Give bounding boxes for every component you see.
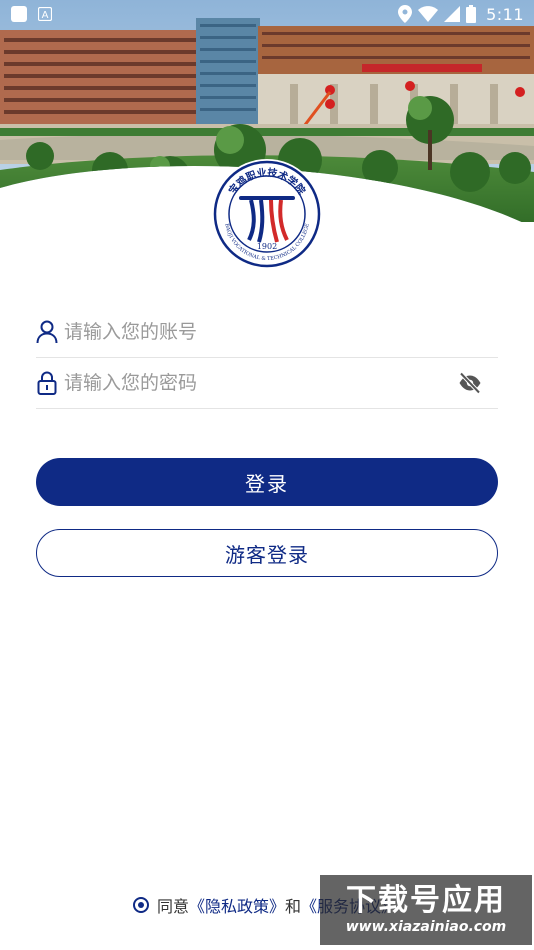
status-time: 5:11 [486, 4, 524, 24]
lock-icon [36, 371, 58, 395]
privacy-policy-link[interactable]: 《隐私政策》 [189, 893, 285, 917]
watermark-title: 下载号应用 [346, 883, 506, 918]
login-button[interactable]: 登录 [36, 458, 498, 506]
wifi-icon [418, 6, 439, 22]
guest-login-button[interactable]: 游客登录 [36, 529, 498, 577]
site-watermark: 下载号应用 www.xiazainiao.com [320, 875, 532, 945]
agree-conjunction: 和 [285, 897, 302, 916]
account-field [36, 307, 498, 358]
battery-icon [466, 5, 477, 23]
agree-radio-dot [138, 902, 144, 908]
eye-off-icon[interactable] [456, 369, 484, 397]
college-logo: 1902 宝鸡职业技术学院 BAOJI VOCATIONAL & TECHNIC… [211, 158, 323, 270]
user-icon [36, 320, 58, 344]
password-field [36, 358, 498, 409]
status-bar: A 5:11 [0, 0, 534, 28]
app-square-icon [10, 5, 28, 23]
password-input[interactable] [64, 363, 456, 403]
agree-radio[interactable] [133, 897, 149, 913]
watermark-url: www.xiazainiao.com [345, 919, 507, 935]
account-input[interactable] [64, 312, 498, 352]
agree-prefix: 同意 [157, 897, 190, 916]
location-pin-icon [398, 5, 413, 23]
cellular-signal-icon [444, 6, 461, 22]
font-a-icon: A [38, 7, 52, 21]
svg-text:1902: 1902 [257, 242, 277, 251]
svg-text:A: A [42, 10, 49, 21]
